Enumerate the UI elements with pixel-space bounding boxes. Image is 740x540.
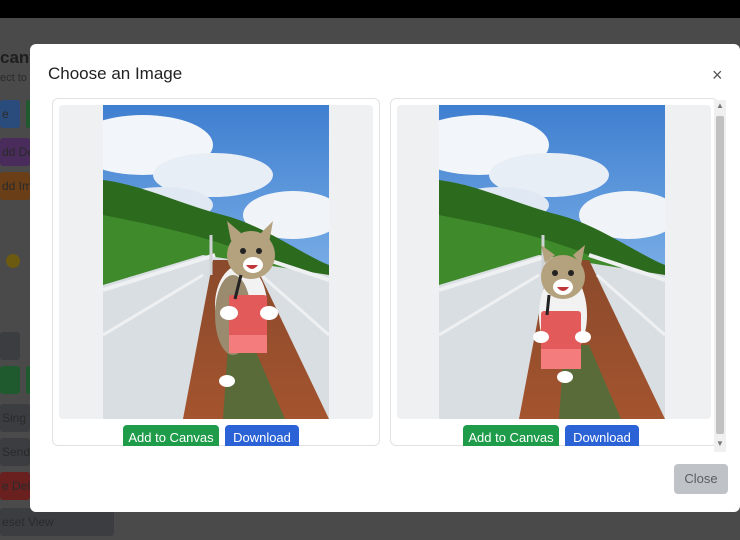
choose-image-modal: Choose an Image × Add to Canvas Download… <box>30 44 740 512</box>
image-card: Add to Canvas Download <box>52 98 380 446</box>
image-card: Add to Canvas Download <box>390 98 718 446</box>
image-frame <box>59 105 373 419</box>
image-frame <box>397 105 711 419</box>
top-bar <box>0 0 740 18</box>
background-button-3[interactable]: dd Ima <box>0 172 30 200</box>
add-to-canvas-button[interactable]: Add to Canvas <box>123 425 219 446</box>
background-tool-3[interactable] <box>0 366 20 394</box>
background-button-5[interactable]: Send a <box>0 438 30 466</box>
scroll-down-icon[interactable]: ▼ <box>714 438 726 450</box>
download-button[interactable]: Download <box>565 425 639 446</box>
color-swatch[interactable] <box>6 254 20 268</box>
scroll-thumb[interactable] <box>716 116 724 434</box>
modal-scrollbar[interactable]: ▲ ▼ <box>714 100 726 452</box>
background-button-reset[interactable]: eset View <box>0 508 114 536</box>
modal-title: Choose an Image <box>48 64 183 83</box>
close-button[interactable]: Close <box>674 464 728 494</box>
download-button[interactable]: Download <box>225 425 299 446</box>
cat-on-bridge-photo <box>439 105 665 419</box>
background-button-2[interactable]: dd De <box>0 138 30 166</box>
background-button-1[interactable]: e <box>0 100 20 128</box>
cat-on-bridge-photo <box>103 105 329 419</box>
background-button-4[interactable]: Sing t <box>0 404 30 432</box>
background-subtitle: ect to <box>0 72 27 84</box>
add-to-canvas-button[interactable]: Add to Canvas <box>463 425 559 446</box>
close-icon[interactable]: × <box>712 66 723 84</box>
background-tool-2[interactable] <box>0 332 20 360</box>
scroll-up-icon[interactable]: ▲ <box>714 100 726 112</box>
image-grid: Add to Canvas Download Add to Canvas Dow… <box>48 98 730 446</box>
background-button-6[interactable]: e Dele <box>0 472 30 500</box>
